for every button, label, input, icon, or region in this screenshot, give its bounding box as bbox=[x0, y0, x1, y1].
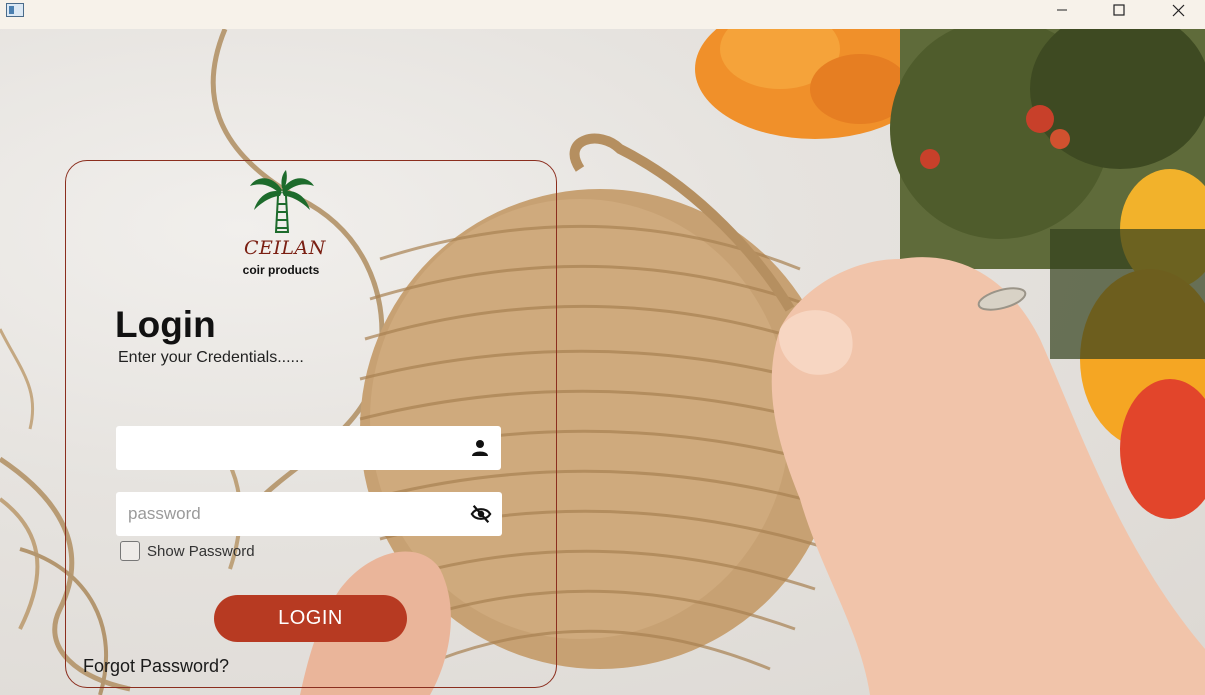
show-password-label: Show Password bbox=[147, 543, 255, 560]
password-input[interactable] bbox=[116, 492, 470, 536]
page-title: Login bbox=[115, 304, 216, 345]
brand-name: CEILAN bbox=[244, 237, 326, 259]
close-icon bbox=[1172, 4, 1184, 16]
maximize-button[interactable] bbox=[1090, 0, 1148, 20]
username-field[interactable] bbox=[116, 426, 501, 470]
maximize-icon bbox=[1113, 4, 1125, 16]
show-password-checkbox[interactable] bbox=[120, 541, 140, 561]
username-input[interactable] bbox=[116, 426, 470, 470]
window-titlebar bbox=[0, 0, 1205, 29]
password-field[interactable] bbox=[116, 492, 502, 536]
login-button[interactable]: LOGIN bbox=[214, 595, 407, 642]
app-icon bbox=[6, 3, 24, 17]
eye-slash-icon[interactable] bbox=[470, 503, 492, 525]
page-subtitle: Enter your Credentials...... bbox=[118, 349, 304, 366]
forgot-password-link[interactable]: Forgot Password? bbox=[83, 656, 229, 677]
user-icon bbox=[469, 437, 491, 459]
minimize-icon bbox=[1057, 9, 1067, 11]
brand-subtitle: coir products bbox=[242, 263, 320, 277]
close-button[interactable] bbox=[1149, 0, 1205, 20]
minimize-button[interactable] bbox=[1033, 0, 1091, 20]
